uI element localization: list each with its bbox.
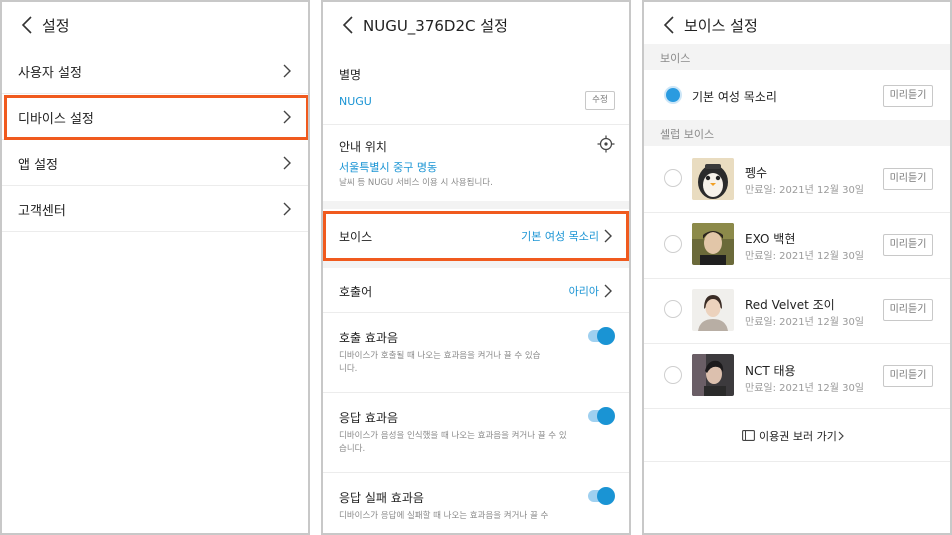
voice-expiry: 만료일: 2021년 12월 30일 — [745, 185, 865, 196]
divider — [644, 408, 950, 409]
menu-item-label: 고객센터 — [18, 204, 66, 219]
preview-button[interactable]: 미리듣기 — [883, 85, 933, 107]
edit-alias-button[interactable]: 수정 — [585, 91, 615, 110]
preview-button[interactable]: 미리듣기 — [883, 168, 933, 190]
settings-panel: 설정 사용자 설정 디바이스 설정 앱 설정 고객센터 — [0, 0, 310, 535]
menu-item-user-settings[interactable]: 사용자 설정 — [2, 48, 308, 94]
response-sound-toggle[interactable] — [588, 407, 615, 425]
call-sound-label: 호출 효과음 — [339, 331, 399, 345]
chevron-right-icon — [838, 431, 844, 441]
toggle-knob — [597, 487, 615, 505]
ticket-link-label: 이용권 보러 가기 — [759, 430, 837, 443]
radio-selected[interactable] — [664, 86, 682, 104]
device-settings-header: NUGU_376D2C 설정 — [323, 2, 629, 48]
section-gap — [323, 201, 629, 209]
location-desc: 날씨 등 NUGU 서비스 이용 시 사용됩니다. — [339, 178, 493, 188]
toggle-knob — [597, 327, 615, 345]
voice-name: 펭수 — [745, 166, 768, 180]
section-title: 보이스 — [660, 52, 691, 65]
location-label: 안내 위치 — [339, 140, 387, 154]
highlight-box — [4, 95, 308, 140]
voice-expiry: 만료일: 2021년 12월 30일 — [745, 383, 865, 394]
divider — [323, 472, 629, 473]
preview-button[interactable]: 미리듣기 — [883, 299, 933, 321]
penguin-avatar — [692, 158, 734, 200]
menu-item-customer-center[interactable]: 고객센터 — [2, 186, 308, 232]
radio-unselected[interactable] — [664, 366, 682, 384]
location-value[interactable]: 서울특별시 중구 명동 — [339, 159, 437, 175]
chevron-right-icon — [283, 156, 291, 170]
menu-item-label: 사용자 설정 — [18, 66, 82, 81]
menu-item-app-settings[interactable]: 앱 설정 — [2, 140, 308, 186]
alias-value: NUGU — [339, 95, 372, 108]
alias-label: 별명 — [339, 68, 362, 82]
page-title: 보이스 설정 — [684, 17, 758, 35]
fail-sound-desc: 디바이스가 응답에 실패할 때 나오는 효과음을 켜거나 끌 수 — [339, 511, 549, 521]
chevron-right-icon — [283, 64, 291, 78]
crosshair-icon[interactable] — [597, 135, 615, 153]
section-title: 셀럽 보이스 — [660, 128, 715, 141]
voice-expiry: 만료일: 2021년 12월 30일 — [745, 251, 865, 262]
ticket-icon — [742, 430, 755, 441]
portrait-avatar — [692, 289, 734, 331]
menu-item-label: 앱 설정 — [18, 158, 59, 173]
voice-name: Red Velvet 조이 — [745, 298, 835, 312]
voice-name: NCT 태용 — [745, 364, 796, 378]
highlight-box — [323, 211, 629, 261]
divider — [323, 392, 629, 393]
preview-button[interactable]: 미리듣기 — [883, 234, 933, 256]
portrait-avatar — [692, 223, 734, 265]
radio-unselected[interactable] — [664, 235, 682, 253]
device-settings-panel: NUGU_376D2C 설정 별명 NUGU 수정 안내 위치 서울특별시 중구… — [321, 0, 631, 535]
chevron-right-icon — [283, 202, 291, 216]
divider — [323, 312, 629, 313]
page-title: 설정 — [42, 17, 70, 35]
radio-unselected[interactable] — [664, 169, 682, 187]
voice-settings-header: 보이스 설정 — [644, 2, 950, 48]
ticket-link[interactable]: 이용권 보러 가기 — [742, 427, 852, 445]
fail-sound-label: 응답 실패 효과음 — [339, 491, 424, 505]
voice-name: 기본 여성 목소리 — [692, 90, 777, 104]
back-arrow-icon[interactable] — [660, 15, 680, 35]
divider — [323, 124, 629, 125]
section-gap — [323, 260, 629, 268]
celeb-section-header: 셀럽 보이스 — [644, 120, 950, 146]
back-arrow-icon[interactable] — [18, 15, 38, 35]
voice-section-header: 보이스 — [644, 44, 950, 70]
call-sound-toggle[interactable] — [588, 327, 615, 345]
portrait-avatar — [692, 354, 734, 396]
radio-unselected[interactable] — [664, 300, 682, 318]
voice-expiry: 만료일: 2021년 12월 30일 — [745, 317, 865, 328]
wake-word-row[interactable] — [323, 268, 629, 312]
response-sound-desc: 디바이스가 음성을 인식했을 때 나오는 효과음을 켜거나 끌 수 있습니다. — [339, 431, 567, 454]
response-sound-label: 응답 효과음 — [339, 411, 399, 425]
divider — [644, 461, 950, 462]
voice-settings-panel: 보이스 설정 보이스 기본 여성 목소리 미리듣기 셀럽 보이스 펭수 만료일:… — [642, 0, 952, 535]
settings-header: 설정 — [2, 2, 308, 48]
voice-name: EXO 백현 — [745, 232, 796, 246]
back-arrow-icon[interactable] — [339, 15, 359, 35]
preview-button[interactable]: 미리듣기 — [883, 365, 933, 387]
call-sound-desc: 디바이스가 호출될 때 나오는 효과음을 켜거나 끌 수 있습니다. — [339, 351, 541, 374]
toggle-knob — [597, 407, 615, 425]
fail-sound-toggle[interactable] — [588, 487, 615, 505]
page-title: NUGU_376D2C 설정 — [363, 17, 508, 35]
